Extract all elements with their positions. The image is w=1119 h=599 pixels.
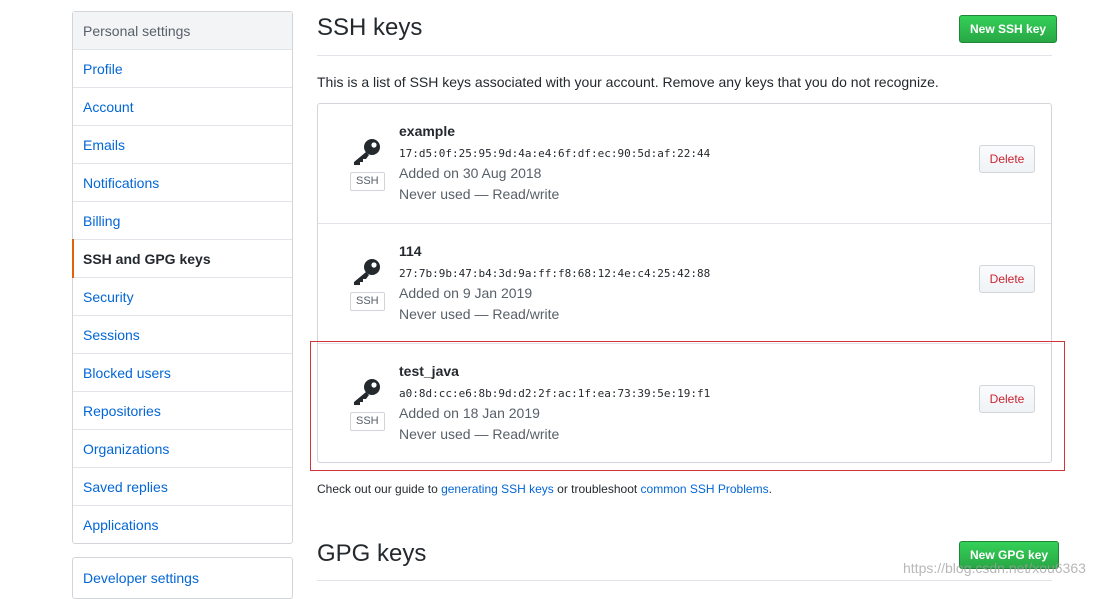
sidebar-item-profile[interactable]: Profile [73,50,292,88]
sidebar-item-billing[interactable]: Billing [73,202,292,240]
sidebar-item-sessions[interactable]: Sessions [73,316,292,354]
key-added-date: Added on 30 Aug 2018 [399,165,542,181]
sidebar-item-repositories[interactable]: Repositories [73,392,292,430]
ssh-key-row: SSH example 17:d5:0f:25:95:9d:4a:e4:6f:d… [318,104,1051,224]
ssh-guide-text: Check out our guide to generating SSH ke… [317,482,772,496]
key-icon [354,259,380,285]
ssh-keys-title: SSH keys [317,14,423,41]
watermark-text: https://blog.csdn.net/xou6363 [903,560,1086,576]
delete-key-button[interactable]: Delete [979,265,1035,293]
key-title: example [399,123,456,139]
key-added-date: Added on 18 Jan 2019 [399,405,540,421]
generating-ssh-keys-link[interactable]: generating SSH keys [441,482,554,496]
ssh-badge: SSH [350,292,385,311]
ssh-badge: SSH [350,412,385,431]
guide-prefix: Check out our guide to [317,482,442,496]
ssh-keys-list: SSH example 17:d5:0f:25:95:9d:4a:e4:6f:d… [317,103,1052,463]
key-usage: Never used — Read/write [399,306,560,322]
sidebar-item-blocked-users[interactable]: Blocked users [73,354,292,392]
sidebar-item-security[interactable]: Security [73,278,292,316]
guide-middle: or troubleshoot [553,482,641,496]
common-ssh-problems-link[interactable]: common SSH Problems [641,482,769,496]
sidebar-item-notifications[interactable]: Notifications [73,164,292,202]
ssh-key-row: SSH test_java a0:8d:cc:e6:8b:9d:d2:2f:ac… [318,344,1051,463]
gpg-keys-title: GPG keys [317,540,427,567]
key-usage: Never used — Read/write [399,426,560,442]
sidebar-header: Personal settings [73,12,292,50]
key-icon [354,379,380,405]
delete-key-button[interactable]: Delete [979,385,1035,413]
key-title: test_java [399,363,459,379]
sidebar-item-ssh-gpg-keys[interactable]: SSH and GPG keys [72,239,292,278]
sidebar-item-applications[interactable]: Applications [73,506,292,543]
sidebar-item-emails[interactable]: Emails [73,126,292,164]
settings-sidebar: Personal settings Profile Account Emails No… [72,11,293,544]
key-fingerprint: 17:d5:0f:25:95:9d:4a:e4:6f:df:ec:90:5d:a… [399,147,711,160]
sidebar-item-developer-settings[interactable]: Developer settings [73,558,292,598]
developer-settings-menu: Developer settings [72,557,293,599]
guide-suffix: . [768,482,772,496]
ssh-keys-description: This is a list of SSH keys associated wi… [317,74,939,90]
ssh-title-divider [317,55,1052,56]
key-fingerprint: a0:8d:cc:e6:8b:9d:d2:2f:ac:1f:ea:73:39:5… [399,387,711,400]
key-title: 114 [399,243,422,259]
sidebar-item-account[interactable]: Account [73,88,292,126]
gpg-title-divider [317,580,1052,581]
key-icon [354,139,380,165]
sidebar-item-organizations[interactable]: Organizations [73,430,292,468]
sidebar-item-saved-replies[interactable]: Saved replies [73,468,292,506]
delete-key-button[interactable]: Delete [979,145,1035,173]
key-added-date: Added on 9 Jan 2019 [399,285,533,301]
new-ssh-key-button[interactable]: New SSH key [959,15,1058,43]
ssh-badge: SSH [350,172,385,191]
key-fingerprint: 27:7b:9b:47:b4:3d:9a:ff:f8:68:12:4e:c4:2… [399,267,711,280]
ssh-key-row: SSH 114 27:7b:9b:47:b4:3d:9a:ff:f8:68:12… [318,224,1051,344]
key-usage: Never used — Read/write [399,186,560,202]
